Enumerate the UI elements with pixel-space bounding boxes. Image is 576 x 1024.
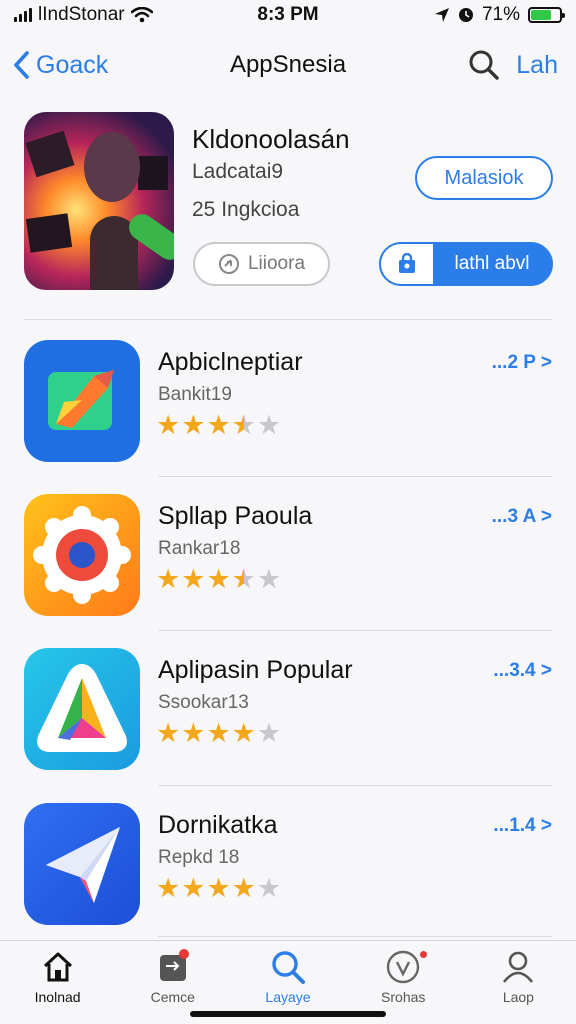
battery-level bbox=[531, 10, 551, 20]
status-right: 71% bbox=[434, 4, 565, 26]
chevron-left-icon bbox=[14, 51, 29, 79]
star-empty-icon: ★ bbox=[256, 410, 282, 440]
app-icon-paper-plane[interactable] bbox=[24, 803, 140, 925]
tab-label: Layaye bbox=[265, 989, 311, 1005]
star-filled-icon: ★ bbox=[181, 718, 206, 748]
app-detail-link[interactable]: ...2 P > bbox=[492, 352, 552, 374]
divider bbox=[24, 319, 552, 320]
star-filled-icon: ★ bbox=[156, 564, 181, 594]
star-rating: ★ ★ ★ ★ ★ bbox=[156, 566, 281, 593]
app-icon-gear[interactable] bbox=[24, 494, 140, 616]
wifi-icon bbox=[130, 7, 153, 23]
star-empty-icon: ★ bbox=[256, 718, 282, 748]
star-filled-icon: ★ bbox=[181, 564, 206, 594]
star-filled-icon: ★ bbox=[156, 873, 181, 903]
signal-icon bbox=[14, 8, 32, 22]
bag-icon bbox=[399, 253, 415, 273]
featured-subtitle: Ladcatai9 bbox=[192, 160, 284, 183]
app-row[interactable]: Spllap Paoula Rankar18 ★ ★ ★ ★ ★ ...3 A > bbox=[0, 476, 576, 630]
star-filled-icon: ★ bbox=[181, 873, 206, 903]
arcade-icon bbox=[385, 949, 421, 985]
app-icon-pencil[interactable] bbox=[24, 340, 140, 462]
star-rating: ★ ★ ★ ★ ★ bbox=[156, 720, 281, 747]
tab-account[interactable]: Laop bbox=[461, 941, 576, 1024]
star-filled-icon: ★ bbox=[206, 410, 231, 440]
notification-badge bbox=[419, 951, 427, 958]
home-indicator[interactable] bbox=[190, 1011, 386, 1017]
account-icon bbox=[500, 949, 536, 985]
app-subtitle: Rankar18 bbox=[158, 538, 241, 559]
search-icon bbox=[270, 949, 306, 985]
star-half-icon: ★ bbox=[231, 410, 256, 440]
star-filled-icon: ★ bbox=[156, 410, 181, 440]
featured-secondary-button[interactable]: Liioora bbox=[193, 242, 330, 286]
app-subtitle: Ssookar13 bbox=[158, 692, 249, 713]
tab-label: Cemce bbox=[150, 989, 195, 1005]
featured-secondary-label: Liioora bbox=[247, 253, 306, 274]
search-icon[interactable] bbox=[468, 49, 500, 81]
tab-home[interactable]: Inolnad bbox=[0, 941, 115, 1024]
app-name: Apbiclneptiar bbox=[158, 348, 303, 376]
app-subtitle: Bankit19 bbox=[158, 384, 232, 405]
app-detail-link[interactable]: ...3 A > bbox=[492, 506, 552, 528]
app-name: Dornikatka bbox=[158, 811, 278, 839]
back-label: Goack bbox=[36, 50, 109, 79]
star-rating: ★ ★ ★ ★ ★ bbox=[156, 412, 281, 439]
star-filled-icon: ★ bbox=[206, 564, 231, 594]
star-empty-icon: ★ bbox=[256, 564, 282, 594]
app-name: Aplipasin Popular bbox=[158, 656, 353, 684]
star-rating: ★ ★ ★ ★ ★ bbox=[156, 875, 281, 902]
featured-outline-button[interactable]: Malasiok bbox=[415, 156, 553, 200]
page-title: AppSnesia bbox=[229, 51, 347, 78]
home-icon bbox=[40, 949, 76, 985]
nav-bar: Goack AppSnesia Lah bbox=[0, 40, 576, 90]
star-filled-icon: ★ bbox=[181, 410, 206, 440]
status-left: lIndStonar bbox=[14, 4, 153, 26]
featured-meta: 25 Ingkcioa bbox=[192, 198, 300, 221]
battery-percent: 71% bbox=[481, 4, 520, 25]
nav-right-link[interactable]: Lah bbox=[516, 51, 558, 80]
featured-card: Kldonoolasán Ladcatai9 25 Ingkcioa Malas… bbox=[0, 112, 576, 318]
star-filled-icon: ★ bbox=[156, 718, 181, 748]
tab-label: Laop bbox=[502, 989, 534, 1005]
star-filled-icon: ★ bbox=[206, 718, 231, 748]
star-filled-icon: ★ bbox=[231, 718, 256, 748]
star-filled-icon: ★ bbox=[206, 873, 231, 903]
install-icon-segment bbox=[381, 244, 433, 284]
app-row[interactable]: Aplipasin Popular Ssookar13 ★ ★ ★ ★ ★ ...3.4… bbox=[0, 630, 576, 784]
app-name: Spllap Paoula bbox=[158, 502, 313, 530]
location-icon bbox=[434, 8, 449, 22]
tab-label: Inolnad bbox=[34, 989, 81, 1005]
app-subtitle: Repkd 18 bbox=[158, 847, 240, 868]
link-icon bbox=[218, 254, 239, 274]
status-bar: lIndStonar 8:3 PM 71% bbox=[0, 0, 576, 30]
star-filled-icon: ★ bbox=[231, 873, 256, 903]
status-time: 8:3 PM bbox=[257, 4, 319, 25]
install-button[interactable]: lathl abvl bbox=[379, 242, 553, 286]
battery-icon bbox=[528, 7, 565, 23]
app-icon-triangle[interactable] bbox=[24, 648, 140, 770]
star-half-icon: ★ bbox=[231, 564, 256, 594]
tab-label: Srohas bbox=[381, 989, 426, 1005]
app-row[interactable]: Dornikatka Repkd 18 ★ ★ ★ ★ ★ ...1.4 > bbox=[0, 785, 576, 939]
focus-icon bbox=[458, 8, 473, 22]
app-detail-link[interactable]: ...3.4 > bbox=[493, 660, 552, 682]
nav-right: Lah bbox=[468, 49, 558, 81]
app-row[interactable]: Apbiclneptiar Bankit19 ★ ★ ★ ★ ★ ...2 P > bbox=[0, 322, 576, 476]
divider bbox=[158, 936, 552, 937]
featured-title: Kldonoolasán bbox=[192, 124, 350, 154]
app-detail-link[interactable]: ...1.4 > bbox=[493, 815, 552, 837]
install-label: lathl abvl bbox=[454, 253, 530, 274]
carrier-name: lIndStonar bbox=[38, 4, 125, 25]
featured-poster[interactable] bbox=[24, 112, 174, 290]
back-button[interactable]: Goack bbox=[12, 50, 108, 80]
star-empty-icon: ★ bbox=[256, 873, 282, 903]
